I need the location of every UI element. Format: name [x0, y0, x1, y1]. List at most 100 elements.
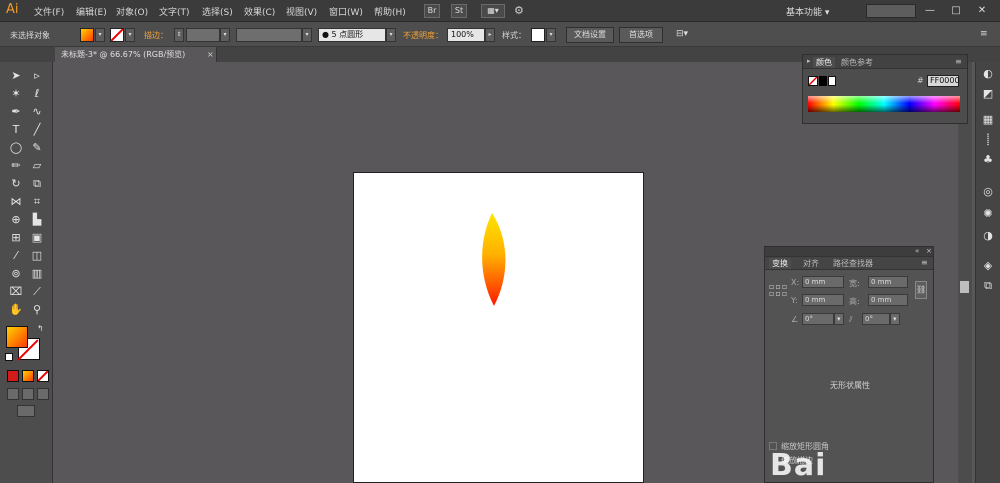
- draw-inside-icon[interactable]: [37, 388, 49, 400]
- brushes-panel-icon[interactable]: ⸽: [979, 132, 997, 148]
- opacity-field[interactable]: 100%: [447, 28, 485, 42]
- opacity-dropdown[interactable]: ▸: [485, 28, 495, 42]
- tab-color[interactable]: 颜色: [813, 57, 835, 68]
- blend-tool-icon[interactable]: ◫: [28, 248, 46, 264]
- free-transform-tool-icon[interactable]: ⌗: [28, 194, 46, 210]
- artboard-tool-icon[interactable]: ⌧: [7, 284, 25, 300]
- draw-behind-icon[interactable]: [22, 388, 34, 400]
- type-tool-icon[interactable]: T: [7, 122, 25, 138]
- hex-color-field[interactable]: FF0000: [927, 75, 960, 87]
- scrollbar-thumb[interactable]: [960, 281, 969, 293]
- width-tool-icon[interactable]: ⋈: [7, 194, 25, 210]
- color-none-swatch[interactable]: [808, 76, 818, 86]
- document-tab[interactable]: 未标题-3* @ 66.67% (RGB/预览): [55, 47, 217, 62]
- menu-window[interactable]: 窗口(W): [329, 5, 363, 18]
- preferences-button[interactable]: 首选项: [619, 27, 663, 43]
- fill-swatch[interactable]: [6, 326, 28, 348]
- default-fill-stroke-icon[interactable]: [5, 353, 13, 361]
- tab-color-guide[interactable]: 颜色参考: [841, 57, 873, 68]
- graphic-style-dropdown[interactable]: ▾: [546, 28, 556, 42]
- close-tab-icon[interactable]: ×: [207, 47, 214, 62]
- shear-field[interactable]: 0°: [862, 313, 890, 325]
- rotate-dropdown[interactable]: ▾: [834, 313, 844, 325]
- shear-dropdown[interactable]: ▾: [890, 313, 900, 325]
- color-white-swatch[interactable]: [828, 76, 836, 86]
- constrain-proportions-icon[interactable]: ⛓: [915, 281, 927, 299]
- opacity-label[interactable]: 不透明度：: [403, 30, 443, 41]
- graphic-styles-panel-icon[interactable]: ✺: [979, 206, 997, 222]
- vertical-scrollbar[interactable]: [958, 62, 972, 483]
- rotate-tool-icon[interactable]: ↻: [7, 176, 25, 192]
- menu-object[interactable]: 对象(O): [116, 5, 148, 18]
- lasso-tool-icon[interactable]: ℓ: [28, 86, 46, 102]
- menu-view[interactable]: 视图(V): [286, 5, 317, 18]
- stroke-weight-field[interactable]: [186, 28, 220, 42]
- eraser-tool-icon[interactable]: ▱: [28, 158, 46, 174]
- brush-dropdown[interactable]: ▾: [386, 28, 396, 42]
- swatches-panel-icon[interactable]: ▦: [979, 112, 997, 128]
- gradient-mode-icon[interactable]: [22, 370, 34, 382]
- shape-builder-tool-icon[interactable]: ⊕: [7, 212, 25, 228]
- collapse-panel-icon[interactable]: «: [915, 247, 919, 255]
- panel-menu-icon[interactable]: ≡: [955, 57, 962, 66]
- symbol-sprayer-tool-icon[interactable]: ⊚: [7, 266, 25, 282]
- stroke-color-swatch[interactable]: [110, 28, 124, 42]
- zoom-tool-icon[interactable]: ⚲: [28, 302, 46, 318]
- artboards-panel-icon[interactable]: ⧉: [979, 278, 997, 294]
- close-button[interactable]: ✕: [974, 3, 990, 18]
- tab-transform[interactable]: 变换: [769, 258, 791, 269]
- workspace-switcher[interactable]: 基本功能 ▾: [786, 5, 829, 18]
- search-input[interactable]: [866, 4, 916, 18]
- stroke-weight-stepper[interactable]: ⇕: [174, 28, 184, 42]
- curvature-tool-icon[interactable]: ∿: [28, 104, 46, 120]
- draw-normal-icon[interactable]: [7, 388, 19, 400]
- eyedropper-tool-icon[interactable]: ⁄: [7, 248, 25, 264]
- magic-wand-tool-icon[interactable]: ✶: [7, 86, 25, 102]
- pencil-tool-icon[interactable]: ✏: [7, 158, 25, 174]
- control-panel-menu-icon[interactable]: ≡: [980, 29, 988, 39]
- document-setup-button[interactable]: 文档设置: [566, 27, 614, 43]
- color-panel-icon[interactable]: ◐: [979, 66, 997, 82]
- gpu-performance-icon[interactable]: ⚙: [514, 4, 524, 17]
- arrange-documents-button[interactable]: ▦▾: [481, 4, 505, 18]
- arrange-icon[interactable]: ⊟▾: [676, 29, 688, 39]
- bridge-button[interactable]: Br: [424, 4, 440, 18]
- width-field[interactable]: 0 mm: [868, 276, 908, 288]
- menu-edit[interactable]: 编辑(E): [76, 5, 107, 18]
- gradient-tool-icon[interactable]: ▣: [28, 230, 46, 246]
- screen-mode-icon[interactable]: [17, 405, 35, 417]
- x-field[interactable]: 0 mm: [802, 276, 844, 288]
- mesh-tool-icon[interactable]: ⊞: [7, 230, 25, 246]
- height-field[interactable]: 0 mm: [868, 294, 908, 306]
- transform-panel-titlebar[interactable]: « ×: [765, 247, 933, 257]
- panel-collapse-icon[interactable]: ▸: [807, 57, 811, 65]
- restore-button[interactable]: □: [948, 3, 964, 18]
- symbols-panel-icon[interactable]: ♣: [979, 152, 997, 168]
- line-tool-icon[interactable]: ╱: [28, 122, 46, 138]
- hand-tool-icon[interactable]: ✋: [7, 302, 25, 318]
- graphic-style-swatch[interactable]: [531, 28, 545, 42]
- scale-tool-icon[interactable]: ⧉: [28, 176, 46, 192]
- tab-align[interactable]: 对齐: [803, 258, 819, 269]
- swap-fill-stroke-icon[interactable]: ↰: [37, 324, 44, 333]
- selection-tool-icon[interactable]: ➤: [7, 68, 25, 84]
- column-graph-tool-icon[interactable]: ▥: [28, 266, 46, 282]
- menu-help[interactable]: 帮助(H): [374, 5, 406, 18]
- stroke-dropdown[interactable]: ▾: [125, 28, 135, 42]
- fill-color-swatch[interactable]: [80, 28, 94, 42]
- perspective-grid-tool-icon[interactable]: ▙: [28, 212, 46, 228]
- fill-dropdown[interactable]: ▾: [95, 28, 105, 42]
- y-field[interactable]: 0 mm: [802, 294, 844, 306]
- ellipse-tool-icon[interactable]: ◯: [7, 140, 25, 156]
- color-mode-icon[interactable]: [7, 370, 19, 382]
- tab-pathfinder[interactable]: 路径查找器: [833, 258, 873, 269]
- stroke-label[interactable]: 描边：: [144, 30, 168, 41]
- none-mode-icon[interactable]: [37, 370, 49, 382]
- stock-button[interactable]: St: [451, 4, 467, 18]
- menu-effect[interactable]: 效果(C): [244, 5, 275, 18]
- color-guide-panel-icon[interactable]: ◩: [979, 86, 997, 102]
- minimize-button[interactable]: —: [922, 3, 938, 18]
- paintbrush-tool-icon[interactable]: ✎: [28, 140, 46, 156]
- color-black-swatch[interactable]: [819, 76, 827, 86]
- pen-tool-icon[interactable]: ✒: [7, 104, 25, 120]
